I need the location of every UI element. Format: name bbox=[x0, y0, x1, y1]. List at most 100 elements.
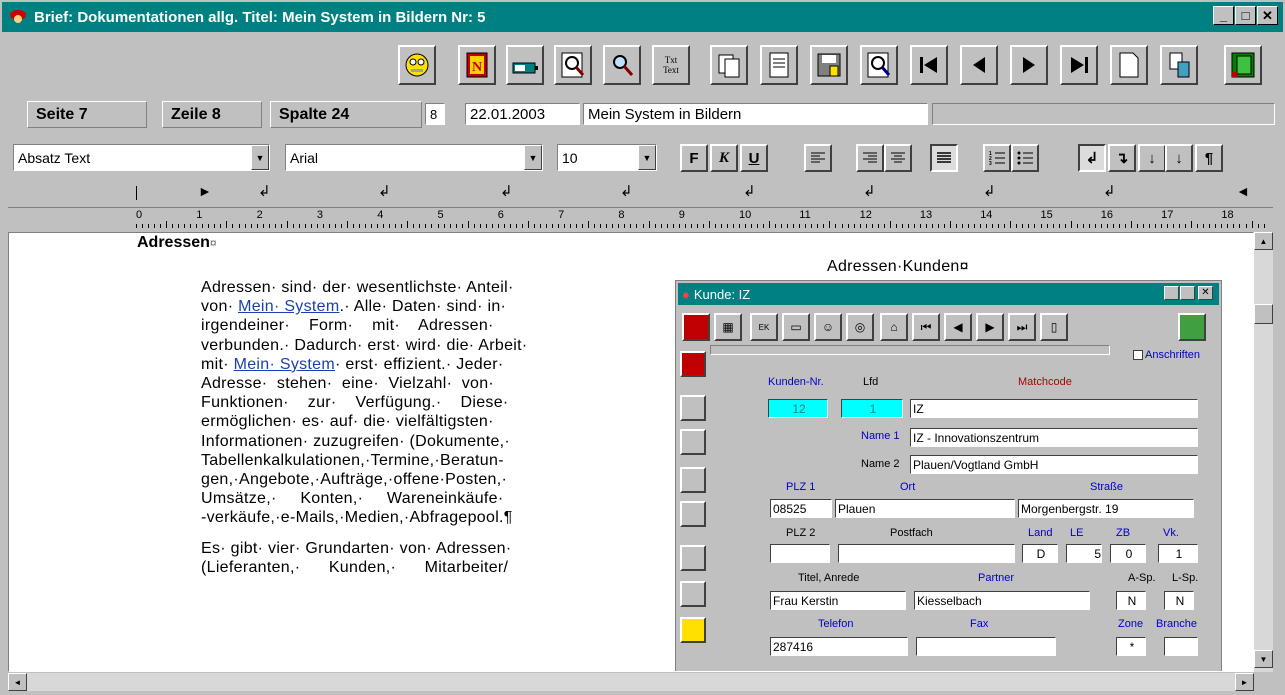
ruler-tick bbox=[365, 224, 367, 228]
mein-system-link[interactable]: Mein· System bbox=[238, 298, 339, 315]
maximize-button[interactable]: □ bbox=[1235, 6, 1256, 25]
bullet-list-button[interactable] bbox=[1011, 144, 1039, 172]
tab-ruler[interactable]: ► ↲ ↲ ↲ ↲ ↲ ↲ ↲ ↲ ◄ bbox=[8, 183, 1273, 205]
ruler-tick bbox=[1034, 224, 1036, 228]
chevron-down-icon[interactable]: ▼ bbox=[251, 145, 269, 170]
right-tab-button[interactable]: ↴ bbox=[1108, 144, 1136, 172]
ruler-tick bbox=[1130, 221, 1132, 228]
font-select[interactable]: Arial ▼ bbox=[285, 144, 543, 171]
zoom-doc-button[interactable] bbox=[554, 45, 592, 85]
battery-button[interactable] bbox=[506, 45, 544, 85]
scroll-down-button[interactable]: ▼ bbox=[1254, 650, 1273, 668]
ruler-tick bbox=[739, 224, 740, 228]
align-center-button[interactable] bbox=[884, 144, 912, 172]
search-doc-button[interactable] bbox=[860, 45, 898, 85]
ruler-tick bbox=[781, 224, 783, 228]
italic-button[interactable]: K bbox=[710, 144, 738, 172]
ruler-tick bbox=[889, 221, 891, 228]
left-tab-icon: ↲ bbox=[1085, 150, 1099, 167]
underline-button[interactable]: U bbox=[740, 144, 768, 172]
ruler-tick bbox=[751, 224, 753, 228]
tab-stop-icon[interactable]: ↲ bbox=[620, 182, 633, 200]
scroll-up-button[interactable]: ▲ bbox=[1254, 232, 1273, 250]
center-tab-button[interactable]: ↓ bbox=[1138, 144, 1166, 172]
font-size-select[interactable]: 10 ▼ bbox=[557, 144, 657, 171]
first-record-button[interactable] bbox=[910, 45, 948, 85]
tab-stop-icon[interactable]: ↲ bbox=[863, 182, 876, 200]
ruler-tick bbox=[576, 224, 578, 228]
left-tab-button[interactable]: ↲ bbox=[1078, 144, 1106, 172]
scroll-right-button[interactable]: ► bbox=[1235, 673, 1254, 691]
ruler-number: 4 bbox=[377, 209, 384, 221]
tab-stop-icon[interactable]: ↲ bbox=[983, 182, 996, 200]
ruler-tick bbox=[1257, 224, 1259, 228]
next-record-button[interactable] bbox=[1010, 45, 1048, 85]
app-icon: ● bbox=[682, 286, 690, 302]
align-right-button[interactable] bbox=[856, 144, 884, 172]
ruler-tick bbox=[829, 221, 831, 228]
chevron-down-icon[interactable]: ▼ bbox=[524, 145, 542, 170]
ruler-tick bbox=[497, 224, 499, 228]
align-right-icon bbox=[863, 152, 877, 163]
magnifier-button[interactable] bbox=[603, 45, 641, 85]
app-icon[interactable] bbox=[8, 8, 28, 26]
document-area[interactable]: Adressen¤ Adressen· sind· der· wesentlic… bbox=[8, 232, 1254, 672]
prev-record-button[interactable] bbox=[960, 45, 998, 85]
ruler-tick bbox=[1094, 224, 1096, 228]
ruler-tick bbox=[274, 224, 276, 228]
close-button[interactable]: ✕ bbox=[1257, 6, 1278, 25]
tab-stop-icon[interactable]: ↲ bbox=[500, 182, 513, 200]
n-button[interactable]: N bbox=[458, 45, 496, 85]
new-doc-button[interactable] bbox=[1110, 45, 1148, 85]
align-left-button[interactable] bbox=[804, 144, 832, 172]
date-field[interactable]: 22.01.2003 bbox=[465, 103, 580, 125]
face-button[interactable] bbox=[398, 45, 436, 85]
tab-ruler-marker bbox=[136, 186, 137, 200]
last-record-button[interactable] bbox=[1060, 45, 1098, 85]
ruler-number: 10 bbox=[739, 209, 752, 221]
bullet-list-icon bbox=[1017, 151, 1033, 165]
magnifier-icon bbox=[613, 55, 634, 76]
text-line: Tabellenkalkulationen,·Termine,·Beratun- bbox=[201, 451, 504, 469]
small-value-field[interactable]: 8 bbox=[425, 103, 445, 125]
tab-stop-icon[interactable]: ↲ bbox=[258, 182, 271, 200]
mein-system-link[interactable]: Mein· System bbox=[234, 356, 335, 373]
justify-button[interactable] bbox=[930, 144, 958, 172]
ruler-tick bbox=[407, 221, 409, 228]
ruler-tick bbox=[1046, 224, 1048, 228]
document-button[interactable] bbox=[760, 45, 798, 85]
decimal-tab-button[interactable]: ↓ bbox=[1165, 144, 1193, 172]
indent-marker-icon[interactable]: ► bbox=[198, 183, 212, 199]
scroll-thumb[interactable] bbox=[1254, 304, 1273, 324]
horizontal-scrollbar[interactable]: ◄ ► bbox=[8, 673, 1254, 691]
ruler-tick bbox=[793, 224, 795, 228]
chevron-down-icon[interactable]: ▼ bbox=[638, 145, 656, 170]
numbered-list-button[interactable]: 123 bbox=[983, 144, 1011, 172]
vertical-scrollbar[interactable]: ▲ ▼ bbox=[1254, 232, 1273, 672]
ruler-tick bbox=[1118, 224, 1120, 228]
ruler-tick bbox=[304, 224, 306, 228]
text-line: gen,·Angebote,·Aufträge,·offene·Posten,· bbox=[201, 471, 508, 489]
minimize-button[interactable]: _ bbox=[1213, 6, 1234, 25]
ruler-tick bbox=[425, 224, 427, 228]
bold-button[interactable]: F bbox=[680, 144, 708, 172]
scroll-left-button[interactable]: ◄ bbox=[8, 673, 27, 691]
right-indent-icon[interactable]: ◄ bbox=[1236, 183, 1250, 199]
exit-button[interactable] bbox=[1224, 45, 1262, 85]
ruler-tick bbox=[347, 221, 349, 228]
style-select[interactable]: Absatz Text ▼ bbox=[13, 144, 270, 171]
tab-stop-icon[interactable]: ↲ bbox=[743, 182, 756, 200]
ruler-tick bbox=[172, 224, 174, 228]
ruler-tick bbox=[708, 221, 710, 228]
text-button[interactable]: Txt Text bbox=[652, 45, 690, 85]
show-formatting-button[interactable]: ¶ bbox=[1195, 144, 1223, 172]
copy-button[interactable] bbox=[710, 45, 748, 85]
tab-stop-icon[interactable]: ↲ bbox=[378, 182, 391, 200]
new-doc-icon bbox=[1119, 52, 1139, 78]
title-field[interactable]: Mein System in Bildern bbox=[583, 103, 928, 125]
ruler-tick bbox=[214, 224, 216, 228]
trash-button[interactable] bbox=[1160, 45, 1198, 85]
save-doc-button[interactable] bbox=[810, 45, 848, 85]
ruler-tick bbox=[1040, 224, 1042, 228]
tab-stop-icon[interactable]: ↲ bbox=[1103, 182, 1116, 200]
